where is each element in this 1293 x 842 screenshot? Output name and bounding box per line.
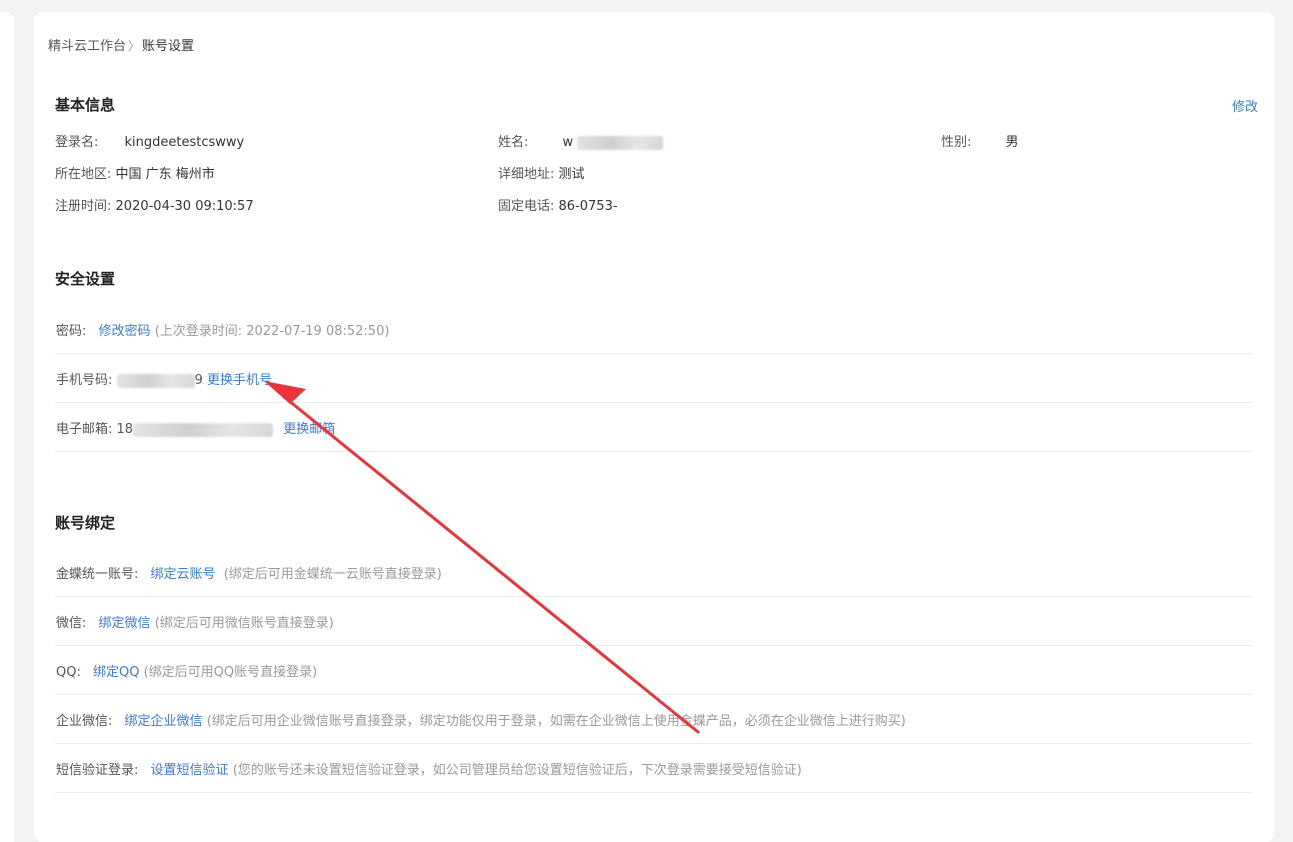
binding-row-kingdee: 金蝶统一账号: 绑定云账号 (绑定后可用金蝶统一云账号直接登录) <box>55 547 1252 597</box>
account-settings-card: 精斗云工作台〉账号设置 基本信息 修改 登录名: kingdeetestcsww… <box>34 12 1274 842</box>
name-label: 姓名: <box>498 135 529 150</box>
name-redacted-blur <box>577 135 664 150</box>
region-field: 所在地区: 中国 广东 梅州市 <box>55 163 215 182</box>
mobile-row: 手机号码: 9 更换手机号 <box>55 353 1252 403</box>
breadcrumb-root[interactable]: 精斗云工作台 <box>48 39 126 54</box>
address-label: 详细地址: <box>498 167 555 182</box>
sms-login-hint: (您的账号还未设置短信验证登录，如公司管理员给您设置短信验证后，下次登录需要接受… <box>232 763 802 778</box>
binding-row-kingdee-content: 金蝶统一账号: 绑定云账号 (绑定后可用金蝶统一云账号直接登录) <box>56 563 442 582</box>
gender-field: 性别: 男 <box>941 131 1019 150</box>
breadcrumb-current: 账号设置 <box>142 39 195 54</box>
register-time-label: 注册时间: <box>55 199 112 214</box>
gender-value: 男 <box>1005 135 1019 150</box>
gender-label: 性别: <box>941 135 972 150</box>
email-value-prefix: 18 <box>116 422 134 437</box>
email-row: 电子邮箱: 18 更换邮箱 <box>55 402 1252 452</box>
mobile-label: 手机号码: <box>56 373 113 388</box>
kingdee-account-label: 金蝶统一账号: <box>56 567 139 582</box>
login-name-label: 登录名: <box>55 135 99 150</box>
name-value: w <box>562 135 574 150</box>
kingdee-account-hint: (绑定后可用金蝶统一云账号直接登录) <box>223 567 442 582</box>
wechat-hint: (绑定后可用微信账号直接登录) <box>154 616 334 631</box>
binding-title: 账号绑定 <box>55 514 116 532</box>
binding-row-sms: 短信验证登录: 设置短信验证 (您的账号还未设置短信验证登录，如公司管理员给您设… <box>55 743 1252 793</box>
email-label: 电子邮箱: <box>56 422 113 437</box>
binding-row-sms-content: 短信验证登录: 设置短信验证 (您的账号还未设置短信验证登录，如公司管理员给您设… <box>56 759 802 778</box>
wecom-label: 企业微信: <box>56 714 113 729</box>
binding-row-wechat: 微信: 绑定微信 (绑定后可用微信账号直接登录) <box>55 596 1252 646</box>
phone-field: 固定电话: 86-0753- <box>498 195 618 214</box>
bind-wecom-link[interactable]: 绑定企业微信 <box>125 714 203 729</box>
change-password-link[interactable]: 修改密码 <box>99 324 151 339</box>
security-title: 安全设置 <box>55 270 116 288</box>
mobile-value-suffix: 9 <box>194 373 203 388</box>
basic-info-title: 基本信息 <box>55 96 116 114</box>
password-row: 密码: 修改密码 (上次登录时间: 2022-07-19 08:52:50) <box>55 304 1252 354</box>
change-mobile-link[interactable]: 更换手机号 <box>207 373 272 388</box>
sms-login-label: 短信验证登录: <box>56 763 139 778</box>
phone-value: 86-0753- <box>558 199 618 214</box>
binding-row-wecom-content: 企业微信: 绑定企业微信 (绑定后可用企业微信账号直接登录，绑定功能仅用于登录，… <box>56 710 906 729</box>
change-email-link[interactable]: 更换邮箱 <box>283 422 335 437</box>
password-hint: (上次登录时间: 2022-07-19 08:52:50) <box>154 324 390 339</box>
wecom-hint: (绑定后可用企业微信账号直接登录，绑定功能仅用于登录，如需在企业微信上使用金蝶产… <box>206 714 906 729</box>
email-row-content: 电子邮箱: 18 更换邮箱 <box>56 418 335 437</box>
qq-hint: (绑定后可用QQ账号直接登录) <box>143 665 318 680</box>
register-time-field: 注册时间: 2020-04-30 09:10:57 <box>55 195 254 214</box>
phone-label: 固定电话: <box>498 199 555 214</box>
email-redacted-blur <box>133 422 274 437</box>
login-name-field: 登录名: kingdeetestcswwy <box>55 131 244 150</box>
address-value: 测试 <box>558 167 585 182</box>
edit-basic-info-link[interactable]: 修改 <box>1232 96 1258 115</box>
mobile-redacted-blur <box>116 373 195 388</box>
bind-cloud-account-link[interactable]: 绑定云账号 <box>151 567 216 582</box>
mobile-row-content: 手机号码: 9 更换手机号 <box>56 369 272 388</box>
password-row-content: 密码: 修改密码 (上次登录时间: 2022-07-19 08:52:50) <box>56 320 389 339</box>
password-label: 密码: <box>56 324 87 339</box>
binding-row-qq-content: QQ: 绑定QQ (绑定后可用QQ账号直接登录) <box>56 661 317 680</box>
login-name-value: kingdeetestcswwy <box>124 135 245 150</box>
region-value: 中国 广东 梅州市 <box>115 167 215 182</box>
bind-qq-link[interactable]: 绑定QQ <box>93 665 139 680</box>
wechat-label: 微信: <box>56 616 87 631</box>
name-field: 姓名: w <box>498 131 664 150</box>
address-field: 详细地址: 测试 <box>498 163 585 182</box>
breadcrumb-separator: 〉 <box>128 39 141 53</box>
left-panel-edge <box>0 12 14 842</box>
binding-row-wechat-content: 微信: 绑定微信 (绑定后可用微信账号直接登录) <box>56 612 334 631</box>
setup-sms-verification-link[interactable]: 设置短信验证 <box>151 763 229 778</box>
qq-label: QQ: <box>56 665 81 680</box>
register-time-value: 2020-04-30 09:10:57 <box>115 199 254 214</box>
binding-row-wecom: 企业微信: 绑定企业微信 (绑定后可用企业微信账号直接登录，绑定功能仅用于登录，… <box>55 694 1252 744</box>
bind-wechat-link[interactable]: 绑定微信 <box>99 616 151 631</box>
binding-row-qq: QQ: 绑定QQ (绑定后可用QQ账号直接登录) <box>55 645 1252 695</box>
breadcrumb: 精斗云工作台〉账号设置 <box>48 35 194 54</box>
region-label: 所在地区: <box>55 167 112 182</box>
